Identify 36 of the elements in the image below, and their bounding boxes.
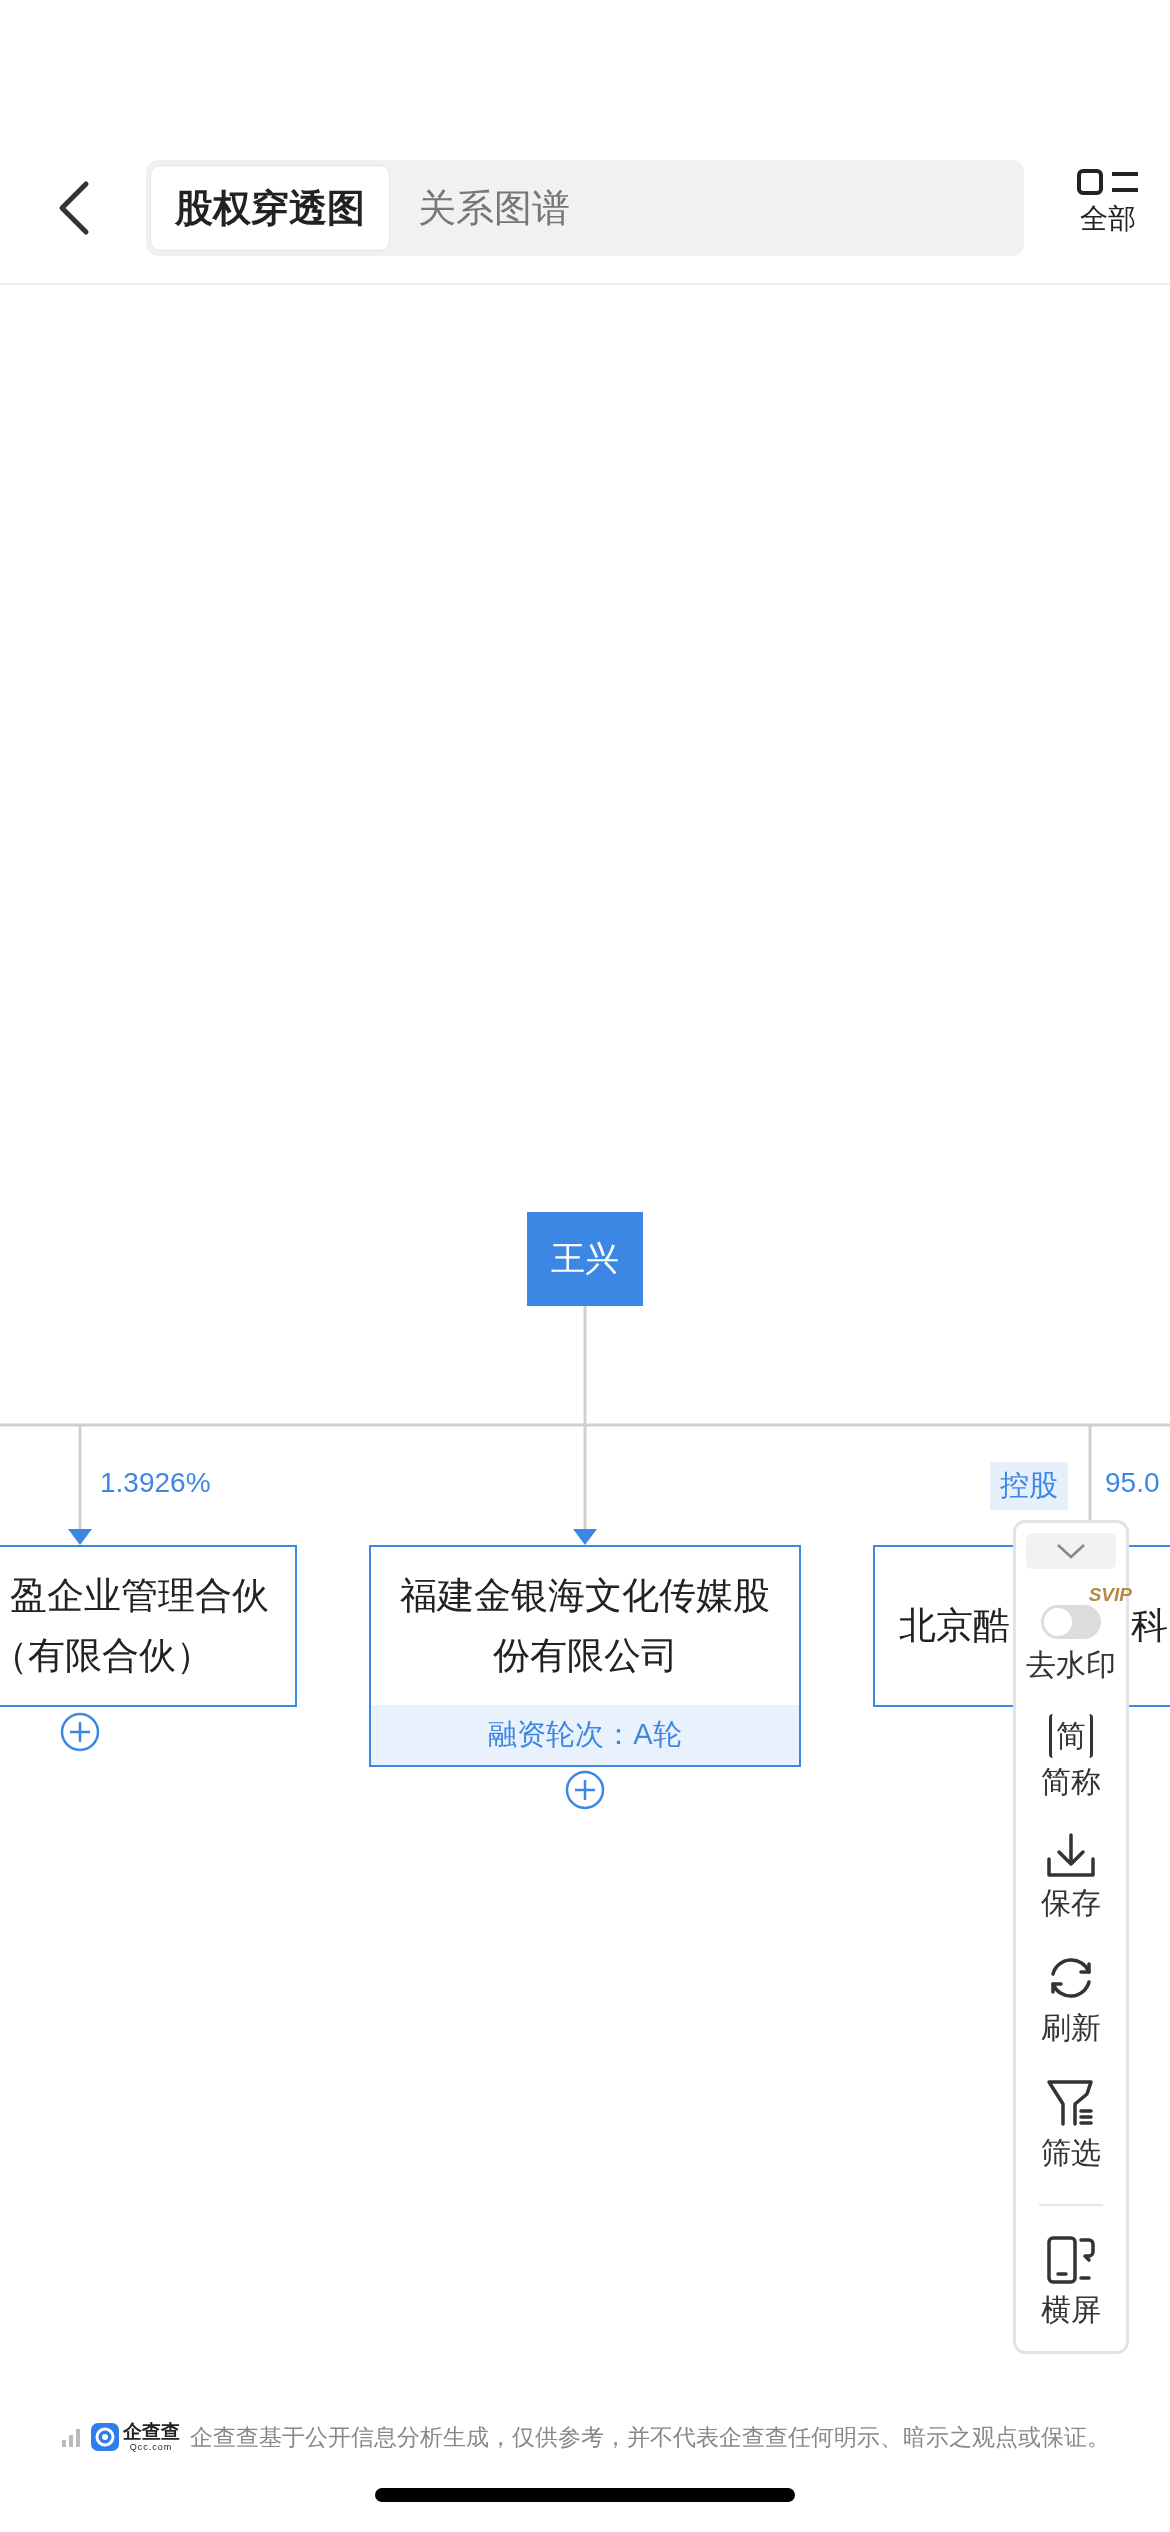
watermark-switch[interactable]: [1041, 1605, 1101, 1639]
view-tab[interactable]: 股权穿透图: [150, 165, 390, 251]
view-tab[interactable]: 关系图谱: [394, 165, 594, 251]
company-name: 福建金银海文化传媒股: [400, 1574, 770, 1618]
tool-button[interactable]: 横屏: [1041, 2234, 1101, 2331]
person-node[interactable]: 王兴: [527, 1212, 643, 1306]
company-node[interactable]: 盈企业管理合伙 （有限合伙）: [0, 1545, 297, 1707]
share-percent: 95.0: [1105, 1467, 1160, 1499]
tool-button[interactable]: 保存: [1041, 1831, 1101, 1924]
switch-label: 去水印: [1026, 1647, 1116, 1683]
tool-button[interactable]: 刷新: [1041, 1952, 1101, 2049]
logo-icon: [90, 2423, 119, 2451]
funding-round: 融资轮次：A轮: [371, 1705, 799, 1765]
share-percent: 1.3926%: [100, 1467, 211, 1499]
vip-label: SVIP: [1088, 1585, 1132, 1605]
expand-plus-icon[interactable]: [565, 1770, 605, 1810]
company-name: （有限合伙）: [0, 1634, 213, 1678]
company-name: 北京酷: [899, 1604, 1010, 1648]
holding-tag: 控股: [990, 1462, 1068, 1510]
company-name: 份有限公司: [492, 1634, 678, 1678]
disclaimer-text: 企查查基于公开信息分析生成，仅供参考，并不代表企查查任何明示、暗示之观点或保证。: [189, 2422, 1110, 2452]
collapse-button[interactable]: [1026, 1533, 1116, 1569]
all-menu-button[interactable]: 全部: [1076, 160, 1140, 246]
logo-domain: Qcc.com: [129, 2442, 173, 2452]
chevron-down-icon: [1056, 1543, 1086, 1559]
expand-plus-icon[interactable]: [60, 1712, 100, 1752]
tool-button[interactable]: 简 简称: [1041, 1714, 1101, 1803]
menu-icon: [1076, 168, 1140, 198]
rotate-screen-icon: [1045, 2234, 1097, 2286]
download-icon: [1045, 1831, 1097, 1879]
tool-button[interactable]: 筛选: [1041, 2077, 1101, 2174]
company-node[interactable]: 福建金银海文化传媒股 份有限公司 融资轮次：A轮: [369, 1545, 801, 1767]
company-name: 科: [1131, 1604, 1168, 1648]
signal-icon: [60, 2427, 81, 2447]
company-name: 盈企业管理合伙: [10, 1574, 269, 1618]
logo-text: 企查查: [122, 2422, 180, 2442]
